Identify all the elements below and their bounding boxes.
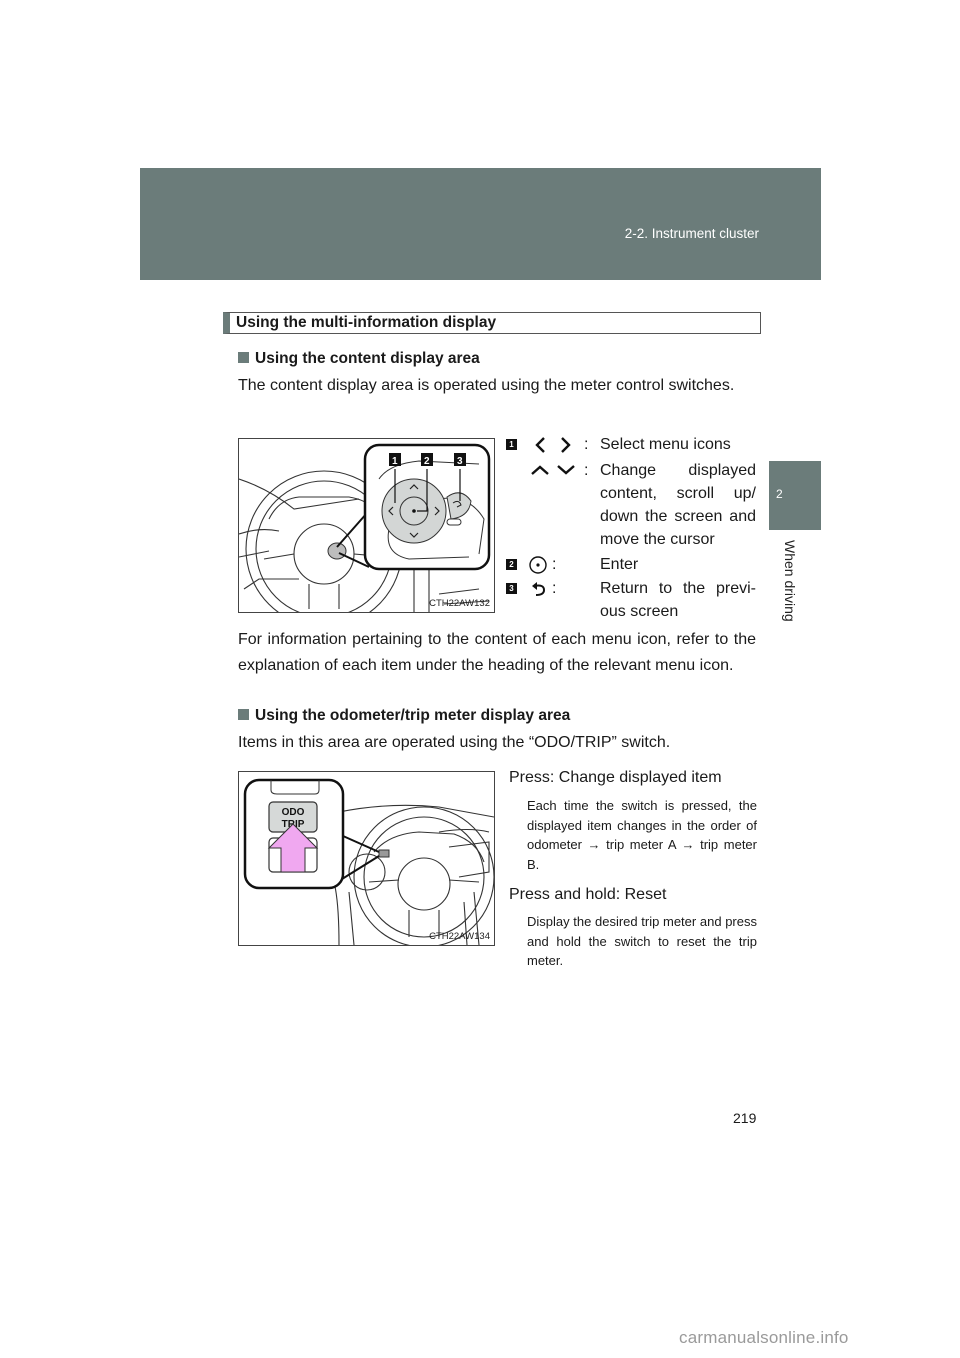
figure-odo-trip-switch: ODO TRIP CTH22AW134 (238, 771, 495, 948)
subheading-content-display: Using the content display area (238, 350, 480, 368)
hold-heading: Press and hold: Reset (509, 886, 667, 903)
chapter-header-band: 2-2. Instrument cluster (140, 168, 821, 280)
legend-badge-3: 3 (506, 583, 517, 594)
chapter-number: 2 (776, 487, 783, 501)
chapter-label: When driving (782, 540, 798, 622)
chevron-down-icon (557, 465, 575, 475)
section-breadcrumb: 2-2. Instrument cluster (624, 226, 759, 241)
subheading-odo-trip: Using the odometer/trip meter display ar… (238, 707, 570, 725)
odo-trip-illustration: ODO TRIP (243, 778, 495, 948)
content-intro-paragraph: The content display area is operated usi… (238, 377, 735, 394)
square-bullet-icon (238, 352, 249, 363)
watermark: carmanualsonline.info (679, 1328, 849, 1347)
legend-badge-2: 2 (506, 559, 517, 570)
legend-text-select-menu: Select menu icons (600, 436, 731, 453)
legend-colon: : (584, 436, 589, 453)
press-description: Each time the switch is pressed, the dis… (527, 798, 757, 872)
callout-1: 1 (392, 456, 398, 467)
callout-3: 3 (457, 456, 463, 467)
odo-intro-paragraph: Items in this area are operated using th… (238, 734, 671, 751)
subheading-text: Using the content display area (255, 350, 480, 367)
figure-code: CTH22AW132 (429, 598, 490, 609)
callout-2: 2 (424, 456, 430, 467)
legend-text-return: Return to the previ- ous screen (600, 580, 756, 620)
chevron-right-icon (561, 437, 571, 453)
legend-colon: : (552, 580, 557, 597)
menu-icon-note: For information pertaining to the conten… (238, 631, 756, 674)
hold-description: Display the desired trip meter and press… (527, 914, 757, 968)
legend-badge-1: 1 (506, 439, 517, 450)
switch-label-odo: ODO (282, 807, 305, 818)
legend-text-change-content: Change displayed content, scroll up/ dow… (600, 462, 756, 548)
return-arrow-icon (532, 582, 546, 596)
press-heading: Press: Change displayed item (509, 769, 722, 786)
figure-code: CTH22AW134 (429, 931, 490, 942)
enter-circle-icon (529, 556, 547, 574)
chapter-tab[interactable]: 2 (769, 461, 821, 530)
legend-text-enter: Enter (600, 556, 639, 573)
chevron-left-icon (535, 437, 545, 453)
section-title: Using the multi-information display (223, 312, 761, 334)
page-number: 219 (733, 1110, 757, 1126)
legend-colon: : (552, 556, 557, 573)
square-bullet-icon (238, 709, 249, 720)
subheading-text: Using the odometer/trip meter display ar… (255, 707, 571, 724)
steering-wheel-illustration: 1 2 3 (238, 443, 491, 628)
chevron-up-icon (531, 465, 549, 475)
figure-meter-control-switches: 1 2 3 CTH22AW132 (238, 438, 495, 628)
legend-colon: : (584, 462, 589, 479)
